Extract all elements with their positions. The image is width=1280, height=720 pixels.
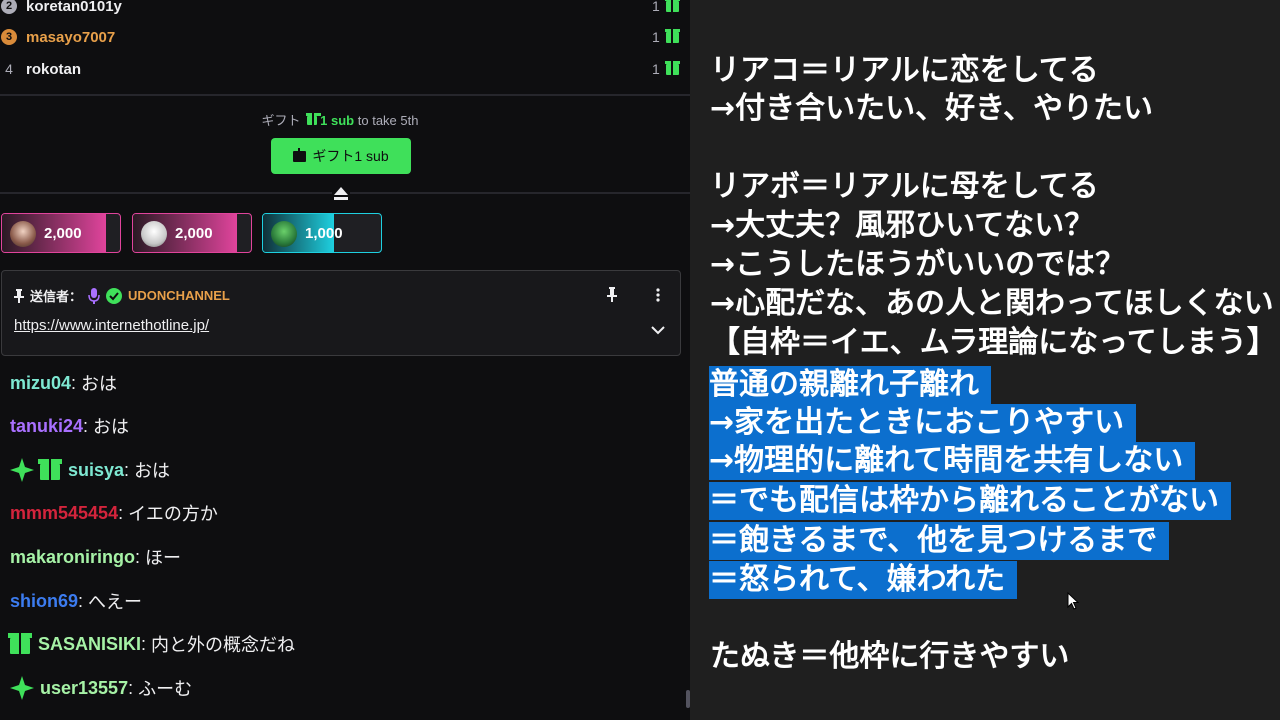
note-line-selected: →物理的に離れて時間を共有しない	[709, 442, 1196, 480]
note-line: たぬき＝他枠に行きやすい	[710, 639, 1070, 674]
gift-count: 1	[652, 61, 660, 77]
gift-icon	[292, 147, 308, 162]
note-line: リアコ＝リアルに恋をしてる	[710, 53, 1099, 88]
note-line-selected: ＝怒られて、嫌われた	[709, 561, 1018, 599]
note-line-selected: ＝飽きるまで、他を見つけるまで	[709, 522, 1170, 560]
note-line: リアボ＝リアルに母をしてる	[710, 169, 1099, 204]
chat-text: おは	[93, 417, 130, 437]
chat-text: おは	[134, 461, 171, 481]
gift-prompt-prefix: ギフト	[261, 113, 301, 128]
chat-text: ふーむ	[138, 679, 193, 699]
hype-amount: 2,000	[44, 225, 82, 242]
avatar	[271, 221, 297, 247]
divider	[0, 94, 690, 96]
note-line-selected: →家を出たときにおこりやすい	[709, 404, 1137, 442]
gift-icon	[306, 113, 322, 127]
chat-text: ほー	[145, 548, 182, 568]
chat-message: mmm545454: イエの方か	[10, 498, 218, 528]
sparkle-icon[interactable]	[10, 458, 34, 482]
avatar	[141, 221, 167, 247]
hype-contributor[interactable]: 2,000	[132, 213, 252, 253]
gift-prompt-amount: 1 sub	[320, 113, 355, 128]
rank-number: 4	[5, 61, 13, 77]
gift-button-label: ギフト1 sub	[312, 148, 389, 164]
note-line: →付き合いたい、好き、やりたい	[710, 91, 1154, 126]
chat-message: tanuki24: おは	[10, 411, 129, 441]
chat-message: user13557: ふーむ	[10, 673, 192, 703]
chat-username[interactable]: shion69	[10, 591, 78, 612]
rank-badge: 3	[1, 29, 17, 45]
pinned-sender[interactable]: UDONCHANNEL	[128, 288, 230, 303]
gift-sub-button[interactable]: ギフト1 sub	[271, 138, 411, 174]
chat-message: SASANISIKI: 内と外の概念だね	[8, 629, 296, 659]
rank-badge: 2	[1, 0, 17, 14]
gift-prompt-suffix: to take 5th	[357, 113, 419, 128]
gift-icon	[665, 29, 680, 43]
chat-text: おは	[81, 374, 118, 394]
leaderboard-row[interactable]: 2 koretan0101y 1	[0, 0, 690, 21]
gift-count: 1	[652, 0, 660, 14]
pinned-message: 送信者： UDONCHANNEL https://www.internethot…	[1, 270, 681, 356]
chat-username[interactable]: mmm545454	[10, 503, 118, 524]
pin-icon	[14, 288, 24, 303]
leaderboard-row[interactable]: 4 rokotan 1	[0, 54, 690, 84]
chat-message: makaroniringo: ほー	[10, 542, 181, 572]
note-line-selected: 普通の親離れ子離れ	[709, 366, 991, 404]
pinned-label: 送信者：	[30, 289, 83, 304]
gift-icon	[665, 0, 680, 12]
gift-icon	[665, 61, 680, 75]
gift-prompt: ギフト 1 sub to take 5th	[0, 110, 680, 129]
gift-badge-icon[interactable]	[8, 633, 32, 654]
pinned-link[interactable]: https://www.internethotline.jp/	[14, 317, 209, 334]
chat-username[interactable]: suisya	[68, 460, 124, 481]
note-line: →こうしたほうがいいのでは？	[710, 247, 1126, 282]
leaderboard-row[interactable]: 3 masayo7007 1	[0, 22, 690, 52]
unpin-icon[interactable]	[606, 287, 618, 303]
chat-username[interactable]: user13557	[40, 678, 128, 699]
chevron-down-icon[interactable]	[651, 325, 665, 335]
chat-text: へえー	[88, 592, 143, 612]
microphone-icon	[88, 287, 100, 304]
gift-count: 1	[652, 29, 660, 45]
chat-text: 内と外の概念だね	[151, 635, 296, 655]
chat-message: shion69: へえー	[10, 586, 142, 616]
chat-message: suisya: おは	[10, 455, 170, 485]
chat-text: イエの方か	[128, 504, 218, 524]
leaderboard-username[interactable]: rokotan	[26, 61, 81, 78]
collapse-icon[interactable]	[332, 185, 350, 203]
note-line: 【自枠＝イエ、ムラ理論になってしまう】	[710, 325, 1277, 360]
chat-panel: 2 koretan0101y 1 3 masayo7007 1 4 rokota…	[0, 0, 690, 720]
leaderboard-username[interactable]: masayo7007	[26, 29, 115, 46]
mouse-cursor-icon	[1067, 592, 1080, 610]
chat-username[interactable]: mizu04	[10, 373, 71, 394]
leaderboard-username[interactable]: koretan0101y	[26, 0, 122, 15]
chat-username[interactable]: SASANISIKI	[38, 634, 141, 655]
hype-contributor[interactable]: 1,000	[262, 213, 382, 253]
verified-icon	[106, 287, 123, 304]
sparkle-icon[interactable]	[10, 676, 34, 700]
gift-badge-icon[interactable]	[38, 459, 62, 480]
notes-panel[interactable]: リアコ＝リアルに恋をしてる →付き合いたい、好き、やりたい リアボ＝リアルに母を…	[690, 0, 1280, 720]
hype-contributor[interactable]: 2,000	[1, 213, 121, 253]
note-line-selected: ＝でも配信は枠から離れることがない	[709, 482, 1231, 520]
more-options-icon[interactable]	[656, 288, 660, 302]
pinned-header: 送信者： UDONCHANNEL	[14, 286, 230, 305]
note-line: →心配だな、あの人と関わってほしくない	[710, 286, 1274, 321]
chat-username[interactable]: makaroniringo	[10, 547, 135, 568]
avatar	[10, 221, 36, 247]
hype-amount: 1,000	[305, 225, 343, 242]
note-line: →大丈夫？風邪ひいてない？	[710, 208, 1095, 243]
hype-amount: 2,000	[175, 225, 213, 242]
chat-username[interactable]: tanuki24	[10, 416, 83, 437]
chat-message: mizu04: おは	[10, 368, 117, 398]
